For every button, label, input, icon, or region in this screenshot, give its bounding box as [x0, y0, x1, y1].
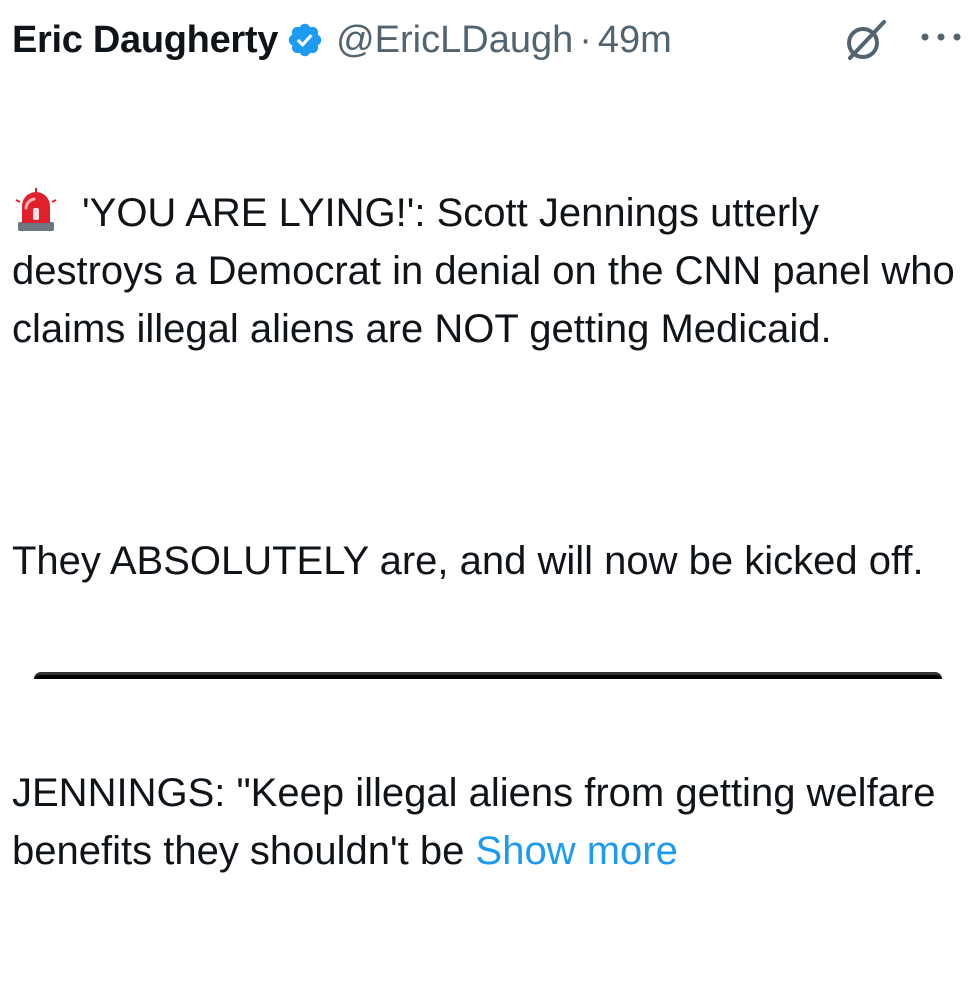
tweet-paragraph-1: 'YOU ARE LYING!': Scott Jennings utterly…: [12, 191, 966, 351]
tweet-text: 'YOU ARE LYING!': Scott Jennings utterly…: [12, 68, 962, 996]
tweet-paragraph: They ABSOLUTELY are, and will now be kic…: [12, 532, 962, 590]
more-options-icon[interactable]: [916, 22, 966, 52]
timestamp[interactable]: 49m: [598, 12, 672, 68]
tweet-paragraph: 'YOU ARE LYING!': Scott Jennings utterly…: [12, 184, 962, 358]
separator-dot: ·: [579, 19, 592, 61]
verified-badge-icon: [288, 23, 322, 57]
tweet-paragraph-2: They ABSOLUTELY are, and will now be kic…: [12, 539, 924, 583]
show-more-link[interactable]: Show more: [476, 829, 678, 873]
tweet-header: Eric Daugherty @EricLDaugh · 49m: [12, 12, 962, 68]
author-name[interactable]: Eric Daugherty: [12, 12, 278, 68]
tweet-paragraph: JENNINGS: "Keep illegal aliens from gett…: [12, 764, 962, 880]
grok-icon[interactable]: [842, 18, 888, 64]
author-handle[interactable]: @EricLDaugh: [336, 12, 573, 68]
tweet[interactable]: Eric Daugherty @EricLDaugh · 49m 'YOU AR…: [12, 12, 962, 996]
police-car-light-icon: [15, 188, 57, 231]
